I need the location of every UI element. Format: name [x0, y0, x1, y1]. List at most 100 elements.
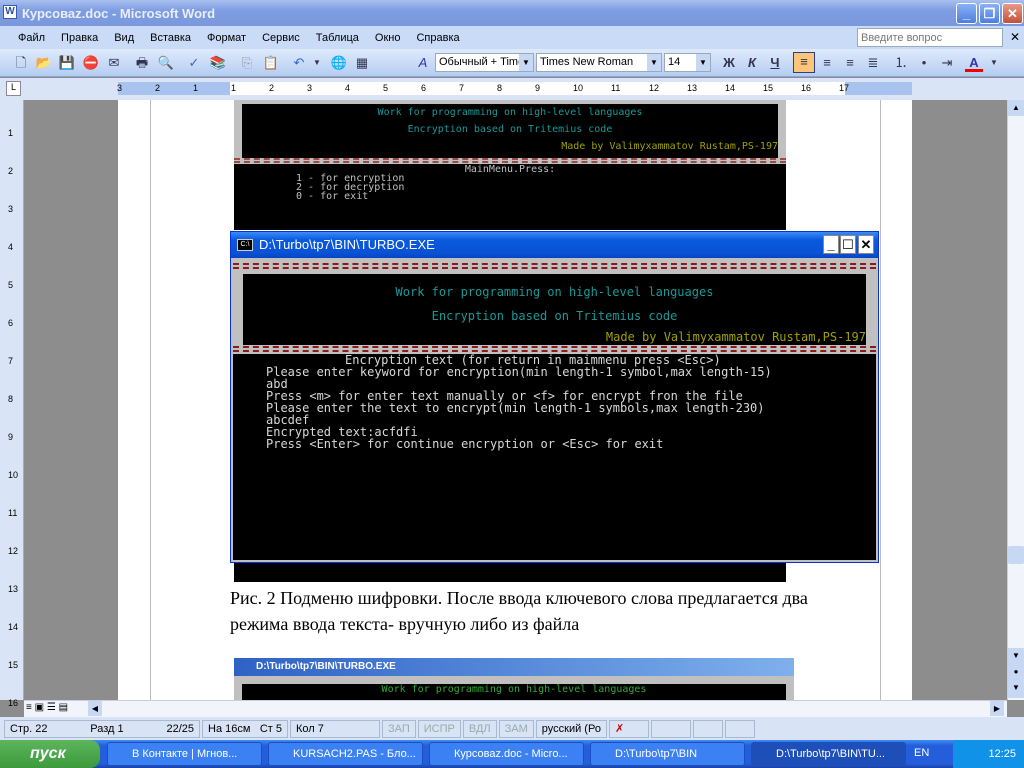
ruler-label: 10: [8, 470, 19, 480]
ruler-label: 2: [155, 83, 161, 93]
ruler-label: 13: [8, 584, 19, 594]
paste-icon[interactable]: 📋: [262, 54, 280, 72]
status-trk[interactable]: ИСПР: [417, 719, 461, 738]
status-language: русский (Ро: [535, 719, 607, 738]
status-ovr[interactable]: ЗАМ: [498, 719, 534, 738]
ruler-label: 2: [8, 166, 14, 176]
research-icon[interactable]: 📚: [209, 54, 227, 72]
task-firefox[interactable]: В Контакте | Мгнов...: [107, 742, 262, 766]
task-word[interactable]: Курсоваz.doc - Micro...: [429, 742, 584, 766]
new-icon[interactable]: 🗋: [12, 54, 30, 72]
start-button[interactable]: пуск: [0, 740, 100, 768]
bullets-icon[interactable]: •: [915, 54, 933, 72]
italic-button[interactable]: К: [743, 54, 761, 72]
justify-button[interactable]: ≣: [864, 54, 882, 72]
menu-help[interactable]: Справка: [416, 32, 459, 44]
align-right-button[interactable]: ≡: [841, 54, 859, 72]
task-console[interactable]: D:\Turbo\tp7\BIN\TU...: [751, 742, 906, 766]
undo-icon[interactable]: ↶: [290, 54, 308, 72]
hyperlink-icon[interactable]: 🌐: [330, 54, 348, 72]
save-icon[interactable]: 💾: [58, 54, 76, 72]
console-output: Encryption text (for return in maimmenu …: [233, 354, 876, 560]
close-button[interactable]: ✕: [1002, 3, 1023, 24]
bold-button[interactable]: Ж: [720, 54, 738, 72]
horizontal-ruler: L 3 2 1 1 2 3 4 5 6 7 8 9 10 11 12 13 14 15 16 17: [0, 78, 1024, 100]
scroll-thumb[interactable]: [1008, 546, 1024, 564]
styles-icon[interactable]: A: [414, 54, 432, 72]
ask-question-input[interactable]: [857, 28, 1003, 47]
font-color-dropdown-icon[interactable]: ▼: [985, 54, 1003, 72]
chevron-down-icon[interactable]: ▼: [519, 54, 533, 71]
ruler-label: 15: [8, 660, 19, 670]
spelling-icon[interactable]: ✓: [185, 54, 203, 72]
image2-title: D:\Turbo\tp7\BIN\TURBO.EXE: [234, 658, 794, 676]
permission-icon[interactable]: ⛔: [82, 54, 100, 72]
print-preview-icon[interactable]: 🔍: [157, 54, 175, 72]
size-combo[interactable]: 14 ▼: [664, 53, 711, 72]
menu-window[interactable]: Окно: [375, 32, 401, 44]
ruler-label: 5: [383, 83, 389, 93]
horizontal-scrollbar[interactable]: ≡ ▣ ☰ ▤ ◀ ▶: [24, 700, 1007, 717]
console-close-button[interactable]: ✕: [858, 235, 874, 254]
console-minimize-button[interactable]: _: [823, 235, 839, 254]
restore-button[interactable]: ❐: [979, 3, 1000, 24]
numbering-icon[interactable]: ⒈: [892, 54, 910, 72]
language-indicator[interactable]: EN: [914, 747, 929, 759]
vertical-ruler: 1234567891011121314151617: [0, 100, 24, 746]
console-maximize-button[interactable]: ☐: [840, 235, 856, 254]
vertical-scrollbar[interactable]: ▲ ▼ ● ▼: [1007, 100, 1024, 700]
status-line: На 16см Ст 5: [202, 719, 288, 738]
menu-file[interactable]: Файл: [18, 32, 45, 44]
open-icon[interactable]: 📂: [35, 54, 53, 72]
spelling-status-icon[interactable]: ✗: [608, 719, 649, 738]
ruler-label: 7: [459, 83, 465, 93]
menu-view[interactable]: Вид: [114, 32, 134, 44]
ruler-label: 16: [8, 698, 19, 708]
scroll-up-icon[interactable]: ▲: [1008, 100, 1024, 116]
align-center-button[interactable]: ≡: [818, 54, 836, 72]
console-line: Press <Enter> for continue encryption or…: [266, 437, 664, 451]
menu-edit[interactable]: Правка: [61, 32, 98, 44]
menu-format[interactable]: Формат: [207, 32, 246, 44]
task-folder[interactable]: D:\Turbo\tp7\BIN: [590, 742, 745, 766]
print-icon[interactable]: 🖶: [133, 54, 151, 72]
status-ext[interactable]: ВДЛ: [462, 719, 497, 738]
table-icon[interactable]: ▦: [353, 54, 371, 72]
font-combo[interactable]: Times New Roman ▼: [536, 53, 662, 72]
ruler-label: 14: [8, 622, 19, 632]
scroll-left-icon[interactable]: ◀: [88, 701, 102, 716]
status-rec[interactable]: ЗАП: [382, 719, 416, 738]
ruler-label: 12: [8, 546, 19, 556]
ruler-label: 1: [8, 128, 14, 138]
menu-tools[interactable]: Сервис: [262, 32, 300, 44]
underline-button[interactable]: Ч: [766, 54, 784, 72]
ruler-label: 3: [8, 204, 14, 214]
console-title: D:\Turbo\tp7\BIN\TURBO.EXE: [259, 237, 435, 252]
ruler-label: 7: [8, 356, 14, 366]
align-left-button[interactable]: ≡: [793, 52, 815, 73]
indent-icon[interactable]: ⇥: [938, 54, 956, 72]
image2-partial-text: Work for programming on high-level langu…: [242, 684, 786, 700]
ruler-label: 8: [497, 83, 503, 93]
console-window[interactable]: C:\ D:\Turbo\tp7\BIN\TURBO.EXE _ ☐ ✕ Wor…: [230, 231, 879, 563]
tab-selector[interactable]: L: [6, 81, 21, 96]
style-combo[interactable]: Обычный + Time ▼: [435, 53, 534, 72]
chevron-down-icon[interactable]: ▼: [647, 54, 661, 71]
console-icon: C:\: [237, 239, 253, 251]
minimize-button[interactable]: _: [956, 3, 977, 24]
view-buttons[interactable]: ≡ ▣ ☰ ▤: [26, 702, 68, 713]
toolbar: 🗋 📂 💾 ⛔ ✉ 🖶 🔍 ✓ 📚 ⎘ 📋 ↶ ▼ 🌐 ▦ A Обычный …: [0, 49, 1024, 77]
ruler-label: 1: [231, 83, 237, 93]
browse-buttons[interactable]: ▼ ● ▼: [1008, 648, 1024, 698]
copy-icon[interactable]: ⎘: [238, 54, 256, 72]
menu-table[interactable]: Таблица: [316, 32, 359, 44]
close-doc-icon[interactable]: ✕: [1010, 30, 1020, 44]
email-icon[interactable]: ✉: [105, 54, 123, 72]
font-color-icon[interactable]: A: [965, 54, 983, 72]
task-notepad[interactable]: KURSACH2.PAS - Бло...: [268, 742, 423, 766]
undo-dropdown-icon[interactable]: ▼: [308, 54, 326, 72]
ruler-label: 6: [8, 318, 14, 328]
scroll-right-icon[interactable]: ▶: [990, 701, 1004, 716]
chevron-down-icon[interactable]: ▼: [696, 54, 710, 71]
menu-insert[interactable]: Вставка: [150, 32, 191, 44]
